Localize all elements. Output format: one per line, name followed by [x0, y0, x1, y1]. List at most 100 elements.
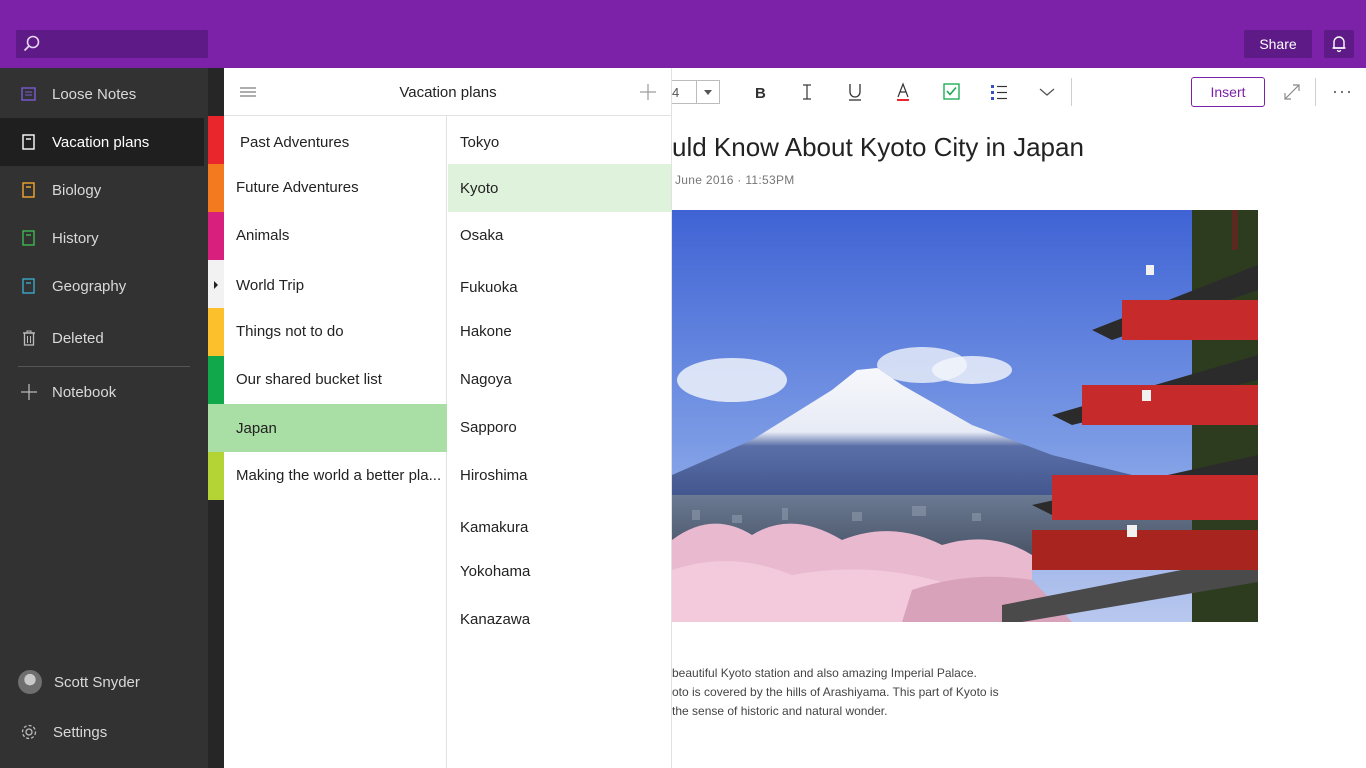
user-account[interactable]: Scott Snyder: [0, 662, 204, 702]
page-item[interactable]: Tokyo: [448, 118, 671, 166]
settings-label: Settings: [53, 723, 108, 741]
checkbox-icon: [943, 83, 960, 100]
sidebar-item-biology[interactable]: Biology: [0, 166, 204, 214]
section-item[interactable]: Past Adventures: [224, 118, 447, 166]
bulleted-list-button[interactable]: [986, 80, 1012, 104]
page-item-selected[interactable]: Kyoto: [448, 164, 671, 212]
panel-title: Vacation plans: [399, 84, 497, 101]
underline-icon: [849, 84, 861, 101]
note-paragraph-line[interactable]: beautiful Kyoto station and also amazing…: [672, 666, 977, 680]
sidebar-item-label: Vacation plans: [52, 133, 150, 151]
sidebar-item-label: Deleted: [52, 329, 104, 347]
plus-icon: [21, 384, 37, 400]
section-color-tab[interactable]: [208, 356, 224, 404]
page-item[interactable]: Kanazawa: [448, 595, 671, 643]
note-paragraph-line[interactable]: the sense of historic and natural wonder…: [672, 704, 887, 718]
sidebar-item-vacation-plans[interactable]: Vacation plans: [0, 118, 204, 166]
toolbar-divider: [1315, 78, 1316, 106]
more-options-button[interactable]: [1329, 80, 1355, 104]
sidebar-item-loose-notes[interactable]: Loose Notes: [0, 70, 204, 118]
section-color-tab[interactable]: [208, 404, 224, 452]
more-formatting-button[interactable]: [1034, 80, 1060, 104]
section-item[interactable]: Making the world a better pla...: [224, 451, 447, 499]
notebook-sidebar: Loose Notes Vacation plans Biology Histo…: [0, 68, 208, 768]
note-photo[interactable]: [672, 210, 1258, 622]
section-color-tab[interactable]: [208, 212, 224, 260]
search-box[interactable]: [16, 30, 208, 58]
bulleted-list-icon: [991, 85, 1007, 100]
page-item[interactable]: Kamakura: [448, 503, 671, 551]
panel-header: Vacation plans: [224, 68, 672, 116]
checkbox-button[interactable]: [938, 80, 964, 104]
page-item[interactable]: Hiroshima: [448, 451, 671, 499]
note-date: June 2016 · 11:53PM: [675, 173, 795, 187]
chevron-down-icon: [1039, 88, 1055, 96]
section-group-tab[interactable]: [208, 260, 224, 308]
trash-icon: [21, 330, 37, 346]
top-bar: Share: [0, 0, 1366, 68]
chevron-down-icon[interactable]: [696, 81, 718, 103]
notebook-icon: [21, 278, 37, 294]
section-item[interactable]: Things not to do: [224, 307, 447, 355]
section-color-tab[interactable]: [208, 164, 224, 212]
insert-button[interactable]: Insert: [1191, 77, 1265, 107]
sidebar-item-label: History: [52, 229, 99, 247]
loose-notes-icon: [21, 86, 37, 102]
gear-icon: [20, 723, 38, 741]
section-color-tab[interactable]: [208, 452, 224, 500]
notifications-button[interactable]: [1324, 30, 1354, 58]
page-item[interactable]: Sapporo: [448, 403, 671, 451]
sidebar-item-deleted[interactable]: Deleted: [0, 314, 204, 362]
section-color-tab[interactable]: [208, 116, 224, 164]
svg-text:B: B: [755, 85, 766, 102]
bold-icon: B: [755, 85, 766, 102]
font-size-value: 4: [672, 85, 680, 100]
notebook-icon: [21, 230, 37, 246]
section-item[interactable]: World Trip: [224, 261, 447, 309]
section-item-selected[interactable]: Japan: [224, 404, 447, 452]
font-size-select[interactable]: 4: [672, 80, 720, 104]
font-color-button[interactable]: [890, 80, 916, 104]
expand-arrow-icon: [214, 281, 218, 289]
fullscreen-button[interactable]: [1279, 80, 1305, 104]
bell-icon: [1332, 36, 1346, 53]
sidebar-item-label: Loose Notes: [52, 85, 137, 103]
note-title[interactable]: uld Know About Kyoto City in Japan: [672, 132, 1084, 163]
note-paragraph-line[interactable]: oto is covered by the hills of Arashiyam…: [672, 685, 999, 699]
sidebar-item-label: Geography: [52, 277, 127, 295]
add-page-icon[interactable]: [640, 84, 656, 100]
section-item[interactable]: Future Adventures: [224, 163, 447, 211]
font-color-icon: [897, 82, 909, 101]
section-color-tab[interactable]: [208, 308, 224, 356]
share-button[interactable]: Share: [1244, 30, 1312, 58]
expand-icon: [1284, 84, 1300, 100]
mount-fuji-pagoda-photo: [672, 210, 1258, 622]
page-item[interactable]: Nagoya: [448, 355, 671, 403]
settings-button[interactable]: Settings: [0, 712, 204, 752]
page-item[interactable]: Fukuoka: [448, 263, 671, 311]
avatar: [18, 670, 42, 694]
underline-button[interactable]: [842, 80, 868, 104]
user-name: Scott Snyder: [54, 673, 140, 691]
add-notebook-button[interactable]: Notebook: [0, 368, 204, 416]
sidebar-item-geography[interactable]: Geography: [0, 262, 204, 310]
toolbar-divider: [1071, 78, 1072, 106]
bold-button[interactable]: B: [747, 80, 773, 104]
sidebar-item-label: Biology: [52, 181, 102, 199]
page-item[interactable]: Osaka: [448, 211, 671, 259]
sidebar-divider: [18, 366, 190, 367]
notebook-icon: [21, 134, 37, 150]
page-item[interactable]: Yokohama: [448, 547, 671, 595]
page-item[interactable]: Hakone: [448, 307, 671, 355]
notebook-icon: [21, 182, 37, 198]
section-item[interactable]: Our shared bucket list: [224, 355, 447, 403]
sidebar-item-history[interactable]: History: [0, 214, 204, 262]
italic-icon: [803, 84, 811, 100]
ellipsis-icon: [1333, 90, 1351, 94]
add-notebook-label: Notebook: [52, 383, 117, 401]
italic-button[interactable]: [794, 80, 820, 104]
section-item[interactable]: Animals: [224, 211, 447, 259]
search-icon: [23, 35, 40, 52]
section-color-strip: [208, 68, 224, 768]
formatting-toolbar: 4 B Insert: [672, 68, 1366, 116]
